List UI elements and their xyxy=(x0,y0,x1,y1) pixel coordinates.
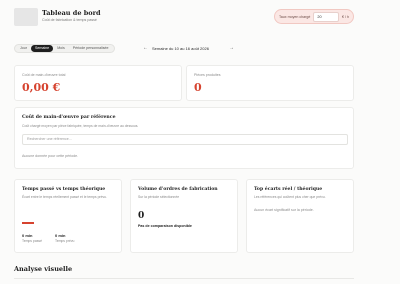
production-orders-note: Pas de comparaison disponible xyxy=(138,224,192,228)
theoretical-time-value: 0 min xyxy=(55,233,66,238)
reference-search-input[interactable]: Rechercher une référence... xyxy=(22,134,348,145)
produced-parts-label: Pièces produites xyxy=(194,73,221,77)
current-week-label: Semaine du 10 au 16 août 2026 xyxy=(152,46,209,51)
labor-cost-label: Coût de main-d'œuvre total xyxy=(22,73,66,77)
hourly-rate-panel: Taux moyen chargé 20 € / h xyxy=(274,9,354,24)
app-logo xyxy=(14,8,38,26)
hourly-rate-unit: € / h xyxy=(342,14,349,19)
cost-per-reference-subtitle: Coût chargé moyen par pièce fabriquée, t… xyxy=(22,124,139,128)
time-comparison-title: Temps passé vs temps théorique xyxy=(22,187,106,192)
actual-time-value: 0 min xyxy=(22,233,33,238)
top-gaps-empty-text: Aucun écart significatif sur la période. xyxy=(254,208,314,212)
period-tab-custom[interactable]: Période personnalisée xyxy=(69,45,113,52)
cost-per-reference-title: Coût de main-d'œuvre par référence xyxy=(22,115,116,120)
actual-time-label: Temps passé xyxy=(22,239,42,243)
cost-per-reference-card: Coût de main-d'œuvre par référence Coût … xyxy=(14,107,354,169)
produced-parts-card: Pièces produites 0 xyxy=(186,65,354,101)
production-orders-value: 0 xyxy=(138,211,145,221)
reference-empty-text: Aucune donnée pour cette période. xyxy=(22,154,79,158)
period-tab-week[interactable]: Semaine xyxy=(31,45,54,52)
time-comparison-subtitle: Écart entre le temps réellement passé et… xyxy=(22,195,107,199)
period-tab-day[interactable]: Jour xyxy=(16,45,31,52)
time-gap-indicator xyxy=(22,222,34,224)
hourly-rate-input[interactable]: 20 xyxy=(313,11,339,22)
top-gaps-subtitle: Les références qui coûtent plus cher que… xyxy=(254,195,326,199)
produced-parts-value: 0 xyxy=(194,81,202,94)
section-divider xyxy=(14,278,354,279)
top-gaps-title: Top écarts réel / théorique xyxy=(254,187,323,192)
period-tab-month[interactable]: Mois xyxy=(53,45,69,52)
top-gaps-card: Top écarts réel / théorique Les référenc… xyxy=(246,179,354,253)
hourly-rate-label: Taux moyen chargé xyxy=(279,14,311,19)
time-comparison-card: Temps passé vs temps théorique Écart ent… xyxy=(14,179,122,253)
previous-period-arrow-icon[interactable]: ← xyxy=(143,44,148,53)
next-period-arrow-icon[interactable]: → xyxy=(229,44,234,53)
production-orders-title: Volume d'ordres de fabrication xyxy=(138,187,218,192)
page-title: Tableau de bord xyxy=(42,9,101,17)
production-orders-card: Volume d'ordres de fabrication Sur la pé… xyxy=(130,179,238,253)
period-selector: Jour Semaine Mois Période personnalisée xyxy=(14,44,115,53)
labor-cost-card: Coût de main-d'œuvre total 0,00 € xyxy=(14,65,182,101)
theoretical-time-label: Temps prévu xyxy=(55,239,75,243)
labor-cost-value: 0,00 € xyxy=(22,81,61,94)
visual-analysis-title: Analyse visuelle xyxy=(14,265,73,273)
page-subtitle: Coût de fabrication & temps passé xyxy=(42,18,97,22)
production-orders-subtitle: Sur la période sélectionnée xyxy=(138,195,180,199)
